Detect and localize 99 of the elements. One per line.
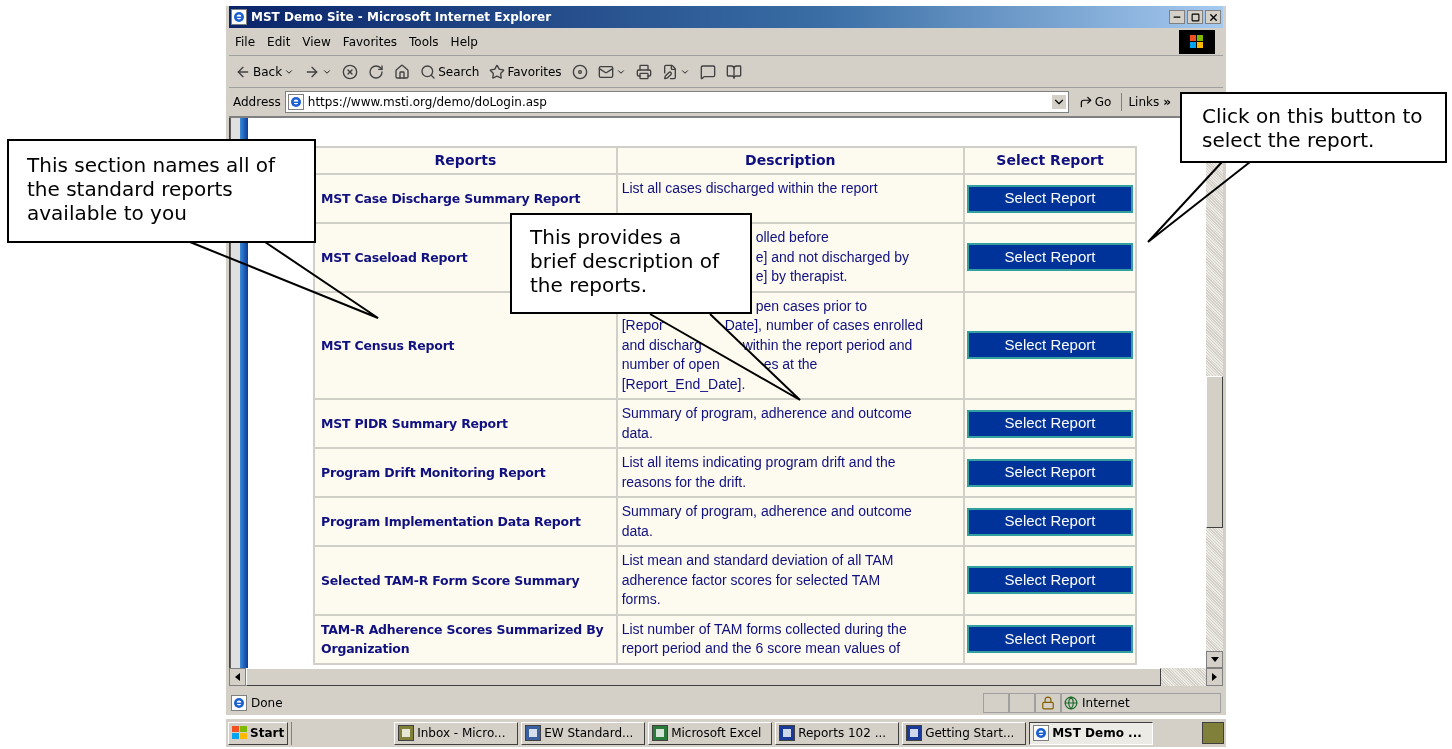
description-text: [Report_End_Date]. [621,375,746,392]
description-text: within the report period and [742,336,913,353]
select-report-button[interactable]: Select Report [967,331,1133,360]
description-text: report period and the 6 score mean values of [621,640,901,656]
description-text: List number of TAM forms collected during the [621,620,907,637]
browser-icon [231,9,247,25]
scroll-down-button[interactable] [1206,651,1223,668]
callout-box: Click on this button to select the report. [1180,92,1447,163]
description-text: forms. [621,591,661,607]
select-report-button[interactable]: Select Report [967,625,1133,653]
refresh-icon [368,63,385,80]
description-text: List all cases discharged within the report [621,180,878,196]
toolbar-button[interactable]: Back [233,62,297,81]
status-text: Done [251,695,283,712]
menu-item[interactable]: File [229,32,262,51]
taskbar-button[interactable]: Inbox - Micro... [394,721,519,745]
report-name[interactable]: Program Drift Monitoring Report [314,448,617,497]
select-report-button[interactable]: Select Report [967,566,1133,595]
lock-icon [1041,696,1055,710]
printer-icon [635,63,652,80]
select-report-button[interactable]: Select Report [967,507,1133,536]
dropdown-icon[interactable] [1051,95,1066,109]
restore-button[interactable] [1187,10,1203,24]
go-button[interactable]: Go [1072,93,1118,111]
column-header: Select Report [964,147,1136,174]
windows-flag-icon [232,726,248,740]
toolbar-button[interactable]: Search [418,62,482,81]
column-header: Description [616,147,964,174]
go-arrow-icon [1078,95,1093,109]
description-text: reasons for the drift. [621,473,747,490]
arrow-left-icon [235,673,240,681]
links-button[interactable]: Links » [1121,93,1171,111]
description-text: and discharg [621,336,702,353]
address-label: Address [233,94,281,111]
scroll-thumb[interactable] [1206,376,1223,528]
description-text: pen cases prior to [755,297,867,314]
minimize-button[interactable] [1169,10,1185,24]
select-report-button[interactable]: Select Report [967,458,1133,487]
arrow-right-icon [1212,673,1217,681]
report-name[interactable]: TAM-R Adherence Scores Summarized By Organization [314,614,617,664]
menu-item[interactable]: Favorites [336,32,404,51]
browser-icon [1033,725,1050,741]
scroll-right-button[interactable] [1206,668,1223,686]
restore-icon [1190,12,1200,22]
book-icon [725,63,742,80]
description-text: Summary of program, adherence and outcome [621,405,912,421]
report-name[interactable]: MST PIDR Summary Report [314,399,617,448]
page-icon [231,695,247,711]
description-text: data. [621,522,653,539]
select-report-button[interactable]: Select Report [967,243,1133,272]
taskbar-button[interactable]: Microsoft Excel [648,721,773,745]
description-text: Summary of program, adherence and outcome [621,503,912,519]
start-button[interactable]: Start [228,721,289,745]
callout-box: This provides a brief description of the reports. [510,213,752,314]
column-header: Reports [314,147,617,174]
star-icon [489,63,506,80]
edit-icon [661,63,678,80]
windows-logo [1179,29,1215,54]
select-report-button[interactable]: Select Report [967,409,1133,438]
chat-icon [699,63,716,80]
description-text: adherence factor scores for selected TAM [621,571,881,588]
menu-item[interactable]: Help [444,32,484,51]
tray-icon[interactable] [1202,722,1224,744]
status-panel [983,693,1009,713]
arrow-down-icon [1210,657,1219,662]
search-icon [420,63,437,80]
zone-panel: Internet [1061,693,1221,713]
description-text: number of open [621,356,720,372]
report-name[interactable]: Selected TAM-R Form Score Summary [314,546,617,615]
scroll-left-button[interactable] [229,668,246,686]
home-icon [394,63,411,80]
taskbar-button[interactable]: MST Demo ... [1029,721,1154,745]
address-field[interactable]: https://www.msti.org/demo/doLogin.asp [284,91,1069,113]
disc-icon [571,63,588,80]
stop-icon [342,63,359,80]
select-report-button[interactable]: Select Report [967,184,1133,213]
description-text: e] by therapist. [755,268,848,284]
window-title: MST Demo Site - Microsoft Internet Explorer [251,9,552,26]
report-name[interactable]: Program Implementation Data Report [314,497,617,546]
description-text: e] and not discharged by [755,248,909,265]
description-text: List mean and standard deviation of all TAM [621,552,894,568]
menu-item[interactable]: View [296,32,337,51]
description-text: [Repor [621,317,664,333]
close-icon [1207,11,1219,23]
menu-item[interactable]: Edit [261,32,297,51]
mail-icon [597,63,614,80]
toolbar-button[interactable]: Favorites [487,62,564,81]
close-button[interactable] [1205,10,1221,24]
menu-item[interactable]: Tools [403,32,445,51]
page-icon [287,94,304,110]
description-text: List all items indicating program drift and the [621,454,896,470]
globe-icon [1064,696,1078,710]
description-text: Date], number of cases enrolled [724,317,924,333]
taskbar-button[interactable]: Getting Start... [902,721,1027,745]
description-text: olled before [755,229,829,245]
taskbar-button[interactable]: Reports 102 ... [775,721,900,745]
description-text: data. [621,424,653,441]
taskbar-button[interactable]: EW Standard... [521,721,646,745]
callout-box: This section names all of the standard reports available to you [7,139,316,243]
